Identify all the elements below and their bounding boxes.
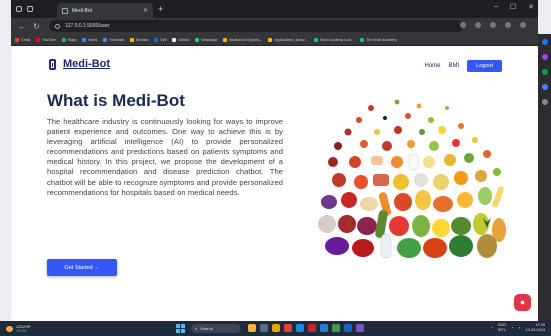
widgets-button[interactable]: USD/INR +0.4%	[6, 325, 30, 333]
bookmark-item[interactable]: Maps	[61, 37, 76, 42]
maximize-icon[interactable]: ☐	[510, 3, 516, 11]
tab-title: Medi-Bot	[72, 7, 93, 14]
tab-medi-bot[interactable]: Medi-Bot ✕	[57, 3, 153, 18]
chrome-icon[interactable]	[284, 324, 292, 332]
edge-icon[interactable]	[296, 324, 304, 332]
bookmark-item[interactable]: Gmail	[15, 37, 30, 42]
add-icon[interactable]	[541, 99, 548, 105]
app-icon[interactable]	[356, 324, 364, 332]
bookmark-item[interactable]: YouTube	[36, 37, 56, 42]
bookmark-item[interactable]: GitHub	[172, 37, 189, 42]
file-explorer-icon[interactable]	[272, 324, 280, 332]
extension-icon[interactable]	[475, 22, 481, 28]
browser-window: Medi-Bot ✕ + – ☐ ✕ ← ↻ 127.0.0.1:5000/us…	[11, 0, 538, 321]
extensions	[460, 22, 526, 28]
menu-icon[interactable]	[520, 22, 526, 28]
ticker-icon	[6, 325, 13, 332]
search-icon: ⌕	[195, 326, 198, 331]
logo-text: Medi-Bot	[63, 58, 111, 70]
system-tray: ^ ENG INTL ◔ ◖ 12:30 13-03-2024	[491, 323, 545, 332]
address-text: 127.0.0.1:5000/user	[65, 23, 110, 29]
app-icon[interactable]	[308, 324, 316, 332]
clock-date: 13-03-2024	[525, 327, 545, 332]
window-controls: – ☐ ✕	[494, 3, 534, 11]
chat-icon: ⏺	[520, 297, 525, 307]
side-panel-icon[interactable]	[541, 54, 548, 60]
web-page: Medi-Bot Home BMI Logout What is Medi-Bo…	[11, 46, 538, 321]
chevron-up-icon[interactable]: ^	[491, 326, 493, 330]
produce-cluster	[318, 99, 506, 259]
app-icon[interactable]	[248, 324, 256, 332]
bookmark-item[interactable]: The Khan Academy	[360, 37, 397, 42]
app-icon[interactable]	[332, 324, 340, 332]
extension-icon[interactable]	[460, 22, 466, 28]
nav-bmi-link[interactable]: BMI	[449, 63, 460, 69]
tab-strip: Medi-Bot ✕ + – ☐ ✕	[11, 0, 538, 18]
clock[interactable]: 12:30 13-03-2024	[526, 323, 545, 332]
bookmarks-bar: Gmail YouTube Maps News Translate Binanc…	[11, 34, 538, 46]
minimize-icon[interactable]: –	[494, 3, 498, 11]
profile-icon[interactable]	[16, 6, 22, 12]
reload-icon[interactable]: ↻	[33, 22, 40, 31]
address-bar[interactable]: 127.0.0.1:5000/user	[49, 20, 463, 32]
bookmark-item[interactable]: Dell	[154, 37, 166, 42]
pinned-apps	[248, 324, 364, 332]
bookmark-item[interactable]: Madhavan Opportu...	[223, 37, 262, 42]
page-title: What is Medi-Bot	[47, 91, 185, 110]
windows-logo-icon	[176, 324, 180, 328]
bookmark-item[interactable]: Applications | Amaz...	[268, 37, 308, 42]
side-panel-icon[interactable]	[541, 69, 548, 75]
search-label: Search	[200, 326, 213, 331]
get-started-button[interactable]: Get Started →	[47, 259, 117, 276]
browser-side-panel	[538, 34, 551, 321]
bookmark-item[interactable]: WhatsApp	[195, 37, 217, 42]
fruits-vegetables-illustration	[318, 99, 506, 259]
volume-icon[interactable]: ◖	[518, 326, 520, 330]
logout-button[interactable]: Logout	[467, 60, 502, 72]
bookmark-item[interactable]: Binance	[129, 37, 148, 42]
site-info-icon[interactable]	[55, 23, 60, 29]
new-tab-icon[interactable]: +	[158, 4, 163, 14]
hero-description: The healthcare industry is continuously …	[47, 117, 283, 197]
site-logo[interactable]: Medi-Bot	[49, 58, 110, 70]
top-nav: Home BMI Logout	[424, 60, 502, 72]
bookmark-item[interactable]: Khan Academy Lord...	[313, 37, 354, 42]
vscode-icon[interactable]	[320, 324, 328, 332]
close-tab-icon[interactable]: ✕	[143, 7, 148, 14]
bookmark-item[interactable]: News	[82, 37, 97, 42]
close-window-icon[interactable]: ✕	[528, 3, 534, 11]
browser-toolbar: ← ↻ 127.0.0.1:5000/user	[11, 18, 538, 34]
side-panel-icon[interactable]	[541, 84, 548, 90]
task-view-icon[interactable]	[260, 324, 268, 332]
taskbar: USD/INR +0.4% ⌕ Search ^ ENG INTL ◔ ◖ 12…	[0, 321, 551, 336]
side-panel-icon[interactable]	[541, 39, 548, 45]
chatbot-button[interactable]: ⏺	[514, 294, 531, 311]
start-button[interactable]	[176, 324, 185, 333]
taskbar-search[interactable]: ⌕ Search	[191, 324, 241, 333]
page-favicon-icon	[62, 7, 68, 14]
tab-search-icon[interactable]	[27, 6, 33, 12]
extension-icon[interactable]	[505, 22, 511, 28]
bookmark-item[interactable]: Translate	[103, 37, 124, 42]
back-icon[interactable]: ←	[18, 22, 26, 31]
ticker-change: +0.4%	[16, 328, 27, 333]
language-indicator[interactable]: ENG INTL	[498, 323, 506, 332]
ticker-name: USD/INR	[16, 324, 31, 329]
wifi-icon[interactable]: ◔	[511, 326, 513, 330]
phone-icon	[49, 58, 56, 70]
app-icon[interactable]	[344, 324, 352, 332]
nav-home-link[interactable]: Home	[424, 63, 440, 69]
extension-icon[interactable]	[490, 22, 496, 28]
desktop: Medi-Bot ✕ + – ☐ ✕ ← ↻ 127.0.0.1:5000/us…	[0, 0, 551, 336]
